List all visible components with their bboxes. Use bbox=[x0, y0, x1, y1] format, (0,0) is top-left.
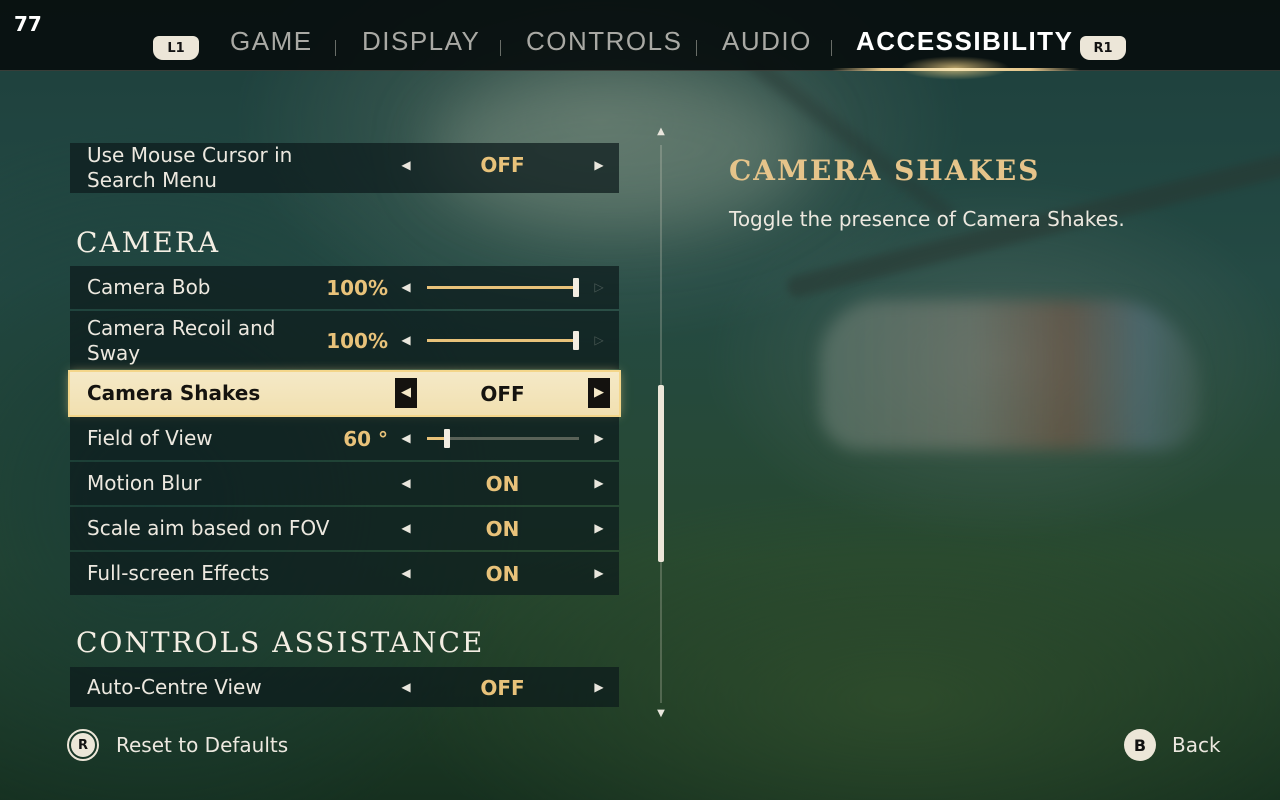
tab-game[interactable]: GAME bbox=[230, 26, 313, 57]
tab-divider bbox=[696, 40, 697, 56]
arrow-right-icon[interactable]: ▶ bbox=[592, 521, 606, 535]
scroll-up-icon[interactable]: ▲ bbox=[655, 127, 667, 137]
tab-audio[interactable]: AUDIO bbox=[722, 26, 812, 57]
back-label[interactable]: Back bbox=[1172, 733, 1221, 757]
tab-display[interactable]: DISPLAY bbox=[362, 26, 480, 57]
slider-track[interactable] bbox=[427, 429, 579, 448]
slider-fill bbox=[427, 339, 579, 342]
setting-value: ON bbox=[485, 562, 520, 586]
setting-value: ON bbox=[485, 517, 520, 541]
slider-thumb[interactable] bbox=[573, 331, 579, 350]
slider-thumb[interactable] bbox=[573, 278, 579, 297]
setting-value: ON bbox=[485, 472, 520, 496]
setting-row-camera-shakes[interactable]: Camera Shakes ◀ OFF ▶ bbox=[70, 372, 619, 415]
setting-label: Camera Recoil and Sway bbox=[87, 316, 276, 365]
slider-track[interactable] bbox=[427, 278, 579, 297]
setting-value: OFF bbox=[480, 382, 525, 406]
r-key-glyph: R bbox=[71, 733, 95, 757]
setting-value: OFF bbox=[480, 153, 525, 177]
setting-label: Auto-Centre View bbox=[87, 675, 262, 699]
section-title-controls-assistance: CONTROLS ASSISTANCE bbox=[76, 626, 485, 659]
slider-fill bbox=[427, 286, 579, 289]
arrow-left-icon[interactable]: ◀ bbox=[399, 280, 413, 294]
setting-row-scale-aim[interactable]: Scale aim based on FOV ◀ ON ▶ bbox=[70, 507, 619, 550]
tab-divider bbox=[500, 40, 501, 56]
tab-accessibility[interactable]: ACCESSIBILITY bbox=[856, 26, 1073, 57]
top-navigation-bar: 77 L1 GAME DISPLAY CONTROLS AUDIO ACCESS… bbox=[0, 0, 1280, 80]
setting-label: Camera Shakes bbox=[87, 381, 261, 405]
scroll-down-icon[interactable]: ▼ bbox=[655, 709, 667, 719]
arrow-left-icon[interactable]: ◀ bbox=[399, 431, 413, 445]
tab-divider bbox=[831, 40, 832, 56]
arrow-left-icon[interactable]: ◀ bbox=[399, 521, 413, 535]
setting-value: 60 ° bbox=[343, 427, 388, 451]
arrow-left-icon[interactable]: ◀ bbox=[399, 680, 413, 694]
setting-label: Scale aim based on FOV bbox=[87, 516, 330, 540]
arrow-right-icon[interactable]: ▷ bbox=[592, 333, 606, 347]
slider-track[interactable] bbox=[427, 331, 579, 350]
slider-thumb[interactable] bbox=[444, 429, 450, 448]
setting-row-field-of-view[interactable]: Field of View 60 ° ◀ ▶ bbox=[70, 417, 619, 460]
back-button-icon[interactable]: B bbox=[1124, 729, 1156, 761]
arrow-right-icon[interactable]: ▶ bbox=[592, 680, 606, 694]
arrow-left-icon[interactable]: ◀ bbox=[395, 378, 417, 408]
setting-value: 100% bbox=[326, 276, 388, 300]
setting-label: Camera Bob bbox=[87, 275, 211, 299]
tab-divider bbox=[335, 40, 336, 56]
setting-label: Use Mouse Cursor in Search Menu bbox=[87, 143, 293, 192]
arrow-left-icon[interactable]: ◀ bbox=[399, 333, 413, 347]
setting-label: Motion Blur bbox=[87, 471, 202, 495]
background-helicopter bbox=[820, 300, 1200, 450]
arrow-right-icon[interactable]: ▶ bbox=[592, 431, 606, 445]
scrollbar-thumb[interactable] bbox=[658, 385, 664, 562]
setting-label: Field of View bbox=[87, 426, 213, 450]
l1-button-prompt[interactable]: L1 bbox=[153, 36, 199, 60]
tab-controls[interactable]: CONTROLS bbox=[526, 26, 682, 57]
reset-to-defaults-label[interactable]: Reset to Defaults bbox=[116, 733, 288, 757]
arrow-right-icon[interactable]: ▶ bbox=[592, 158, 606, 172]
setting-row-auto-centre[interactable]: Auto-Centre View ◀ OFF ▶ bbox=[70, 667, 619, 707]
arrow-right-icon[interactable]: ▶ bbox=[592, 476, 606, 490]
description-text: Toggle the presence of Camera Shakes. bbox=[729, 207, 1125, 231]
setting-row-motion-blur[interactable]: Motion Blur ◀ ON ▶ bbox=[70, 462, 619, 505]
reset-button-icon[interactable]: R bbox=[67, 729, 99, 761]
arrow-left-icon[interactable]: ◀ bbox=[399, 158, 413, 172]
setting-value: OFF bbox=[480, 676, 525, 700]
setting-label: Full-screen Effects bbox=[87, 561, 270, 585]
arrow-right-icon[interactable]: ▷ bbox=[592, 280, 606, 294]
setting-row-fullscreen-effects[interactable]: Full-screen Effects ◀ ON ▶ bbox=[70, 552, 619, 595]
fps-counter: 77 bbox=[14, 12, 42, 36]
setting-row-camera-bob[interactable]: Camera Bob 100% ◀ ▷ bbox=[70, 266, 619, 309]
arrow-left-icon[interactable]: ◀ bbox=[399, 566, 413, 580]
arrow-right-icon[interactable]: ▶ bbox=[588, 378, 610, 408]
setting-row-search-cursor[interactable]: Use Mouse Cursor in Search Menu ◀ OFF ▶ bbox=[70, 143, 619, 193]
description-title: CAMERA SHAKES bbox=[729, 154, 1041, 187]
setting-value: 100% bbox=[326, 329, 388, 353]
section-title-camera: CAMERA bbox=[76, 226, 221, 259]
active-tab-underline bbox=[832, 68, 1080, 71]
setting-row-camera-recoil[interactable]: Camera Recoil and Sway 100% ◀ ▷ bbox=[70, 311, 619, 369]
r1-button-prompt[interactable]: R1 bbox=[1080, 36, 1126, 60]
arrow-left-icon[interactable]: ◀ bbox=[399, 476, 413, 490]
arrow-right-icon[interactable]: ▶ bbox=[592, 566, 606, 580]
